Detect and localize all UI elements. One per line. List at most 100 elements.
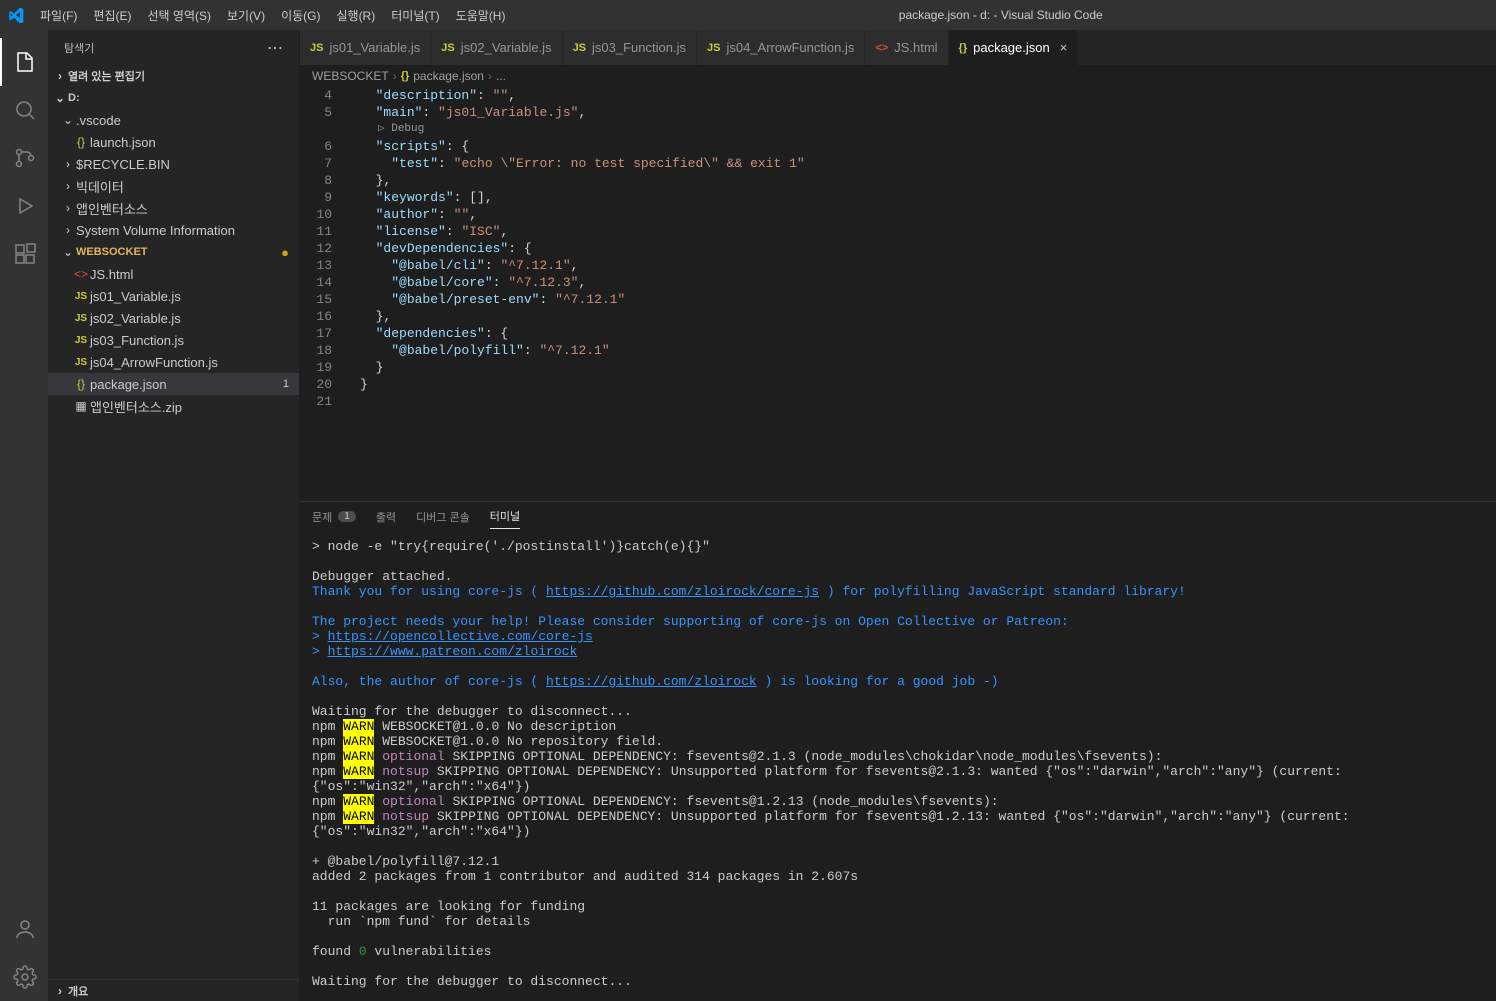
tree-file[interactable]: ▦앱인벤터소스.zip — [48, 395, 299, 417]
source-control-icon[interactable] — [0, 134, 48, 182]
tree-file[interactable]: <>JS.html — [48, 263, 299, 285]
terminal-line: Waiting for the debugger to disconnect..… — [312, 974, 1484, 989]
terminal-line: > https://opencollective.com/core-js — [312, 629, 1484, 644]
tree-file[interactable]: JSjs02_Variable.js — [48, 307, 299, 329]
terminal-line — [312, 959, 1484, 974]
code-line[interactable]: }, — [360, 172, 1496, 189]
terminal-link[interactable]: https://github.com/zloirock/core-js — [546, 584, 819, 599]
breadcrumb-item[interactable]: ... — [496, 69, 506, 83]
json-icon: {} — [401, 70, 410, 82]
run-debug-icon[interactable] — [0, 182, 48, 230]
code-line[interactable]: "description": "", — [360, 87, 1496, 104]
editor-tab[interactable]: <>JS.html — [865, 30, 948, 65]
code-editor[interactable]: 456789101112131415161718192021 "descript… — [300, 87, 1496, 501]
editor-tabs: JSjs01_Variable.jsJSjs02_Variable.jsJSjs… — [300, 30, 1496, 65]
terminal-line — [312, 659, 1484, 674]
code-line[interactable]: "test": "echo \"Error: no test specified… — [360, 155, 1496, 172]
tree-folder[interactable]: ›빅데이터 — [48, 175, 299, 197]
code-line[interactable]: "@babel/polyfill": "^7.12.1" — [360, 342, 1496, 359]
tree-file[interactable]: JSjs03_Function.js — [48, 329, 299, 351]
code-line[interactable]: "dependencies": { — [360, 325, 1496, 342]
editor-tab[interactable]: JSjs04_ArrowFunction.js — [697, 30, 865, 65]
explorer-icon[interactable] — [0, 38, 48, 86]
menu-item[interactable]: 이동(G) — [273, 0, 328, 30]
menu-item[interactable]: 편집(E) — [85, 0, 139, 30]
modified-dot-icon: ● — [281, 245, 289, 260]
code-line[interactable]: "devDependencies": { — [360, 240, 1496, 257]
zip-file-icon: ▦ — [72, 399, 90, 413]
tree-folder[interactable]: ⌄.vscode — [48, 109, 299, 131]
menu-item[interactable]: 터미널(T) — [383, 0, 447, 30]
terminal-link[interactable]: https://www.patreon.com/zloirock — [328, 644, 578, 659]
tree-file[interactable]: JSjs04_ArrowFunction.js — [48, 351, 299, 373]
line-number: 18 — [300, 342, 332, 359]
tree-item-label: js04_ArrowFunction.js — [90, 355, 218, 370]
code-line[interactable]: "@babel/cli": "^7.12.1", — [360, 257, 1496, 274]
settings-gear-icon[interactable] — [0, 953, 48, 1001]
menu-item[interactable]: 선택 영역(S) — [139, 0, 219, 30]
outline-label: 개요 — [68, 983, 88, 999]
editor-tab[interactable]: JSjs02_Variable.js — [431, 30, 562, 65]
code-line[interactable]: } — [360, 376, 1496, 393]
code-line[interactable]: } — [360, 359, 1496, 376]
root-folder-section[interactable]: ⌄ D: — [48, 87, 299, 109]
breadcrumb-item[interactable]: package.json — [413, 69, 484, 83]
menu-item[interactable]: 실행(R) — [328, 0, 383, 30]
terminal-line: > https://www.patreon.com/zloirock — [312, 644, 1484, 659]
chevron-down-icon: ⌄ — [52, 91, 68, 105]
code-line[interactable] — [360, 393, 1496, 410]
editor-tab[interactable]: {}package.json× — [949, 30, 1079, 65]
outline-section[interactable]: › 개요 — [48, 979, 299, 1001]
code-line[interactable]: "@babel/preset-env": "^7.12.1" — [360, 291, 1496, 308]
chevron-right-icon: › — [52, 984, 68, 998]
code-line[interactable]: }, — [360, 308, 1496, 325]
search-icon[interactable] — [0, 86, 48, 134]
terminal-link[interactable]: https://github.com/zloirock — [546, 674, 757, 689]
terminal-line: Also, the author of core-js ( https://gi… — [312, 674, 1484, 689]
js-file-icon: JS — [72, 357, 90, 368]
line-number: 11 — [300, 223, 332, 240]
more-actions-icon[interactable]: ⋯ — [267, 38, 283, 58]
tree-folder[interactable]: ›$RECYCLE.BIN — [48, 153, 299, 175]
terminal-content[interactable]: > node -e "try{require('./postinstall')}… — [300, 535, 1496, 1001]
tree-file[interactable]: {}launch.json — [48, 131, 299, 153]
editor-tab[interactable]: JSjs01_Variable.js — [300, 30, 431, 65]
tree-item-label: JS.html — [90, 267, 133, 282]
code-line[interactable]: "author": "", — [360, 206, 1496, 223]
code-content[interactable]: "description": "", "main": "js01_Variabl… — [350, 87, 1496, 501]
breadcrumb-item[interactable]: WEBSOCKET — [312, 69, 389, 83]
menu-item[interactable]: 보기(V) — [219, 0, 273, 30]
terminal-tab[interactable]: 터미널 — [490, 508, 520, 529]
code-line[interactable]: "@babel/core": "^7.12.3", — [360, 274, 1496, 291]
sidebar-header: 탐색기 ⋯ — [48, 30, 299, 65]
tab-label: js04_ArrowFunction.js — [726, 40, 854, 55]
menu-item[interactable]: 도움말(H) — [448, 0, 514, 30]
breadcrumbs[interactable]: WEBSOCKET › {} package.json › ... — [300, 65, 1496, 87]
tree-folder[interactable]: ⌄WEBSOCKET● — [48, 241, 299, 263]
close-icon[interactable]: × — [1060, 40, 1068, 55]
terminal-link[interactable]: https://opencollective.com/core-js — [328, 629, 593, 644]
code-line[interactable]: "scripts": { — [360, 138, 1496, 155]
tree-folder[interactable]: ›System Volume Information — [48, 219, 299, 241]
tab-label: js01_Variable.js — [329, 40, 420, 55]
problems-tab[interactable]: 문제 1 — [312, 509, 356, 529]
line-number-gutter: 456789101112131415161718192021 — [300, 87, 350, 501]
accounts-icon[interactable] — [0, 905, 48, 953]
menu-item[interactable]: 파일(F) — [32, 0, 85, 30]
code-line[interactable]: "main": "js01_Variable.js", — [360, 104, 1496, 121]
chevron-right-icon: › — [60, 201, 76, 215]
tree-folder[interactable]: ›앱인벤터소스 — [48, 197, 299, 219]
open-editors-section[interactable]: › 열려 있는 편집기 — [48, 65, 299, 87]
tree-file[interactable]: {}package.json1 — [48, 373, 299, 395]
tree-item-label: package.json — [90, 377, 167, 392]
code-line[interactable]: "keywords": [], — [360, 189, 1496, 206]
codelens-debug[interactable]: ▷ Debug — [360, 121, 1496, 138]
debug-console-tab[interactable]: 디버그 콘솔 — [416, 509, 470, 529]
sidebar-title: 탐색기 — [64, 40, 94, 56]
extensions-icon[interactable] — [0, 230, 48, 278]
editor-tab[interactable]: JSjs03_Function.js — [563, 30, 697, 65]
code-line[interactable]: "license": "ISC", — [360, 223, 1496, 240]
output-tab[interactable]: 출력 — [376, 509, 396, 529]
line-number: 16 — [300, 308, 332, 325]
tree-file[interactable]: JSjs01_Variable.js — [48, 285, 299, 307]
